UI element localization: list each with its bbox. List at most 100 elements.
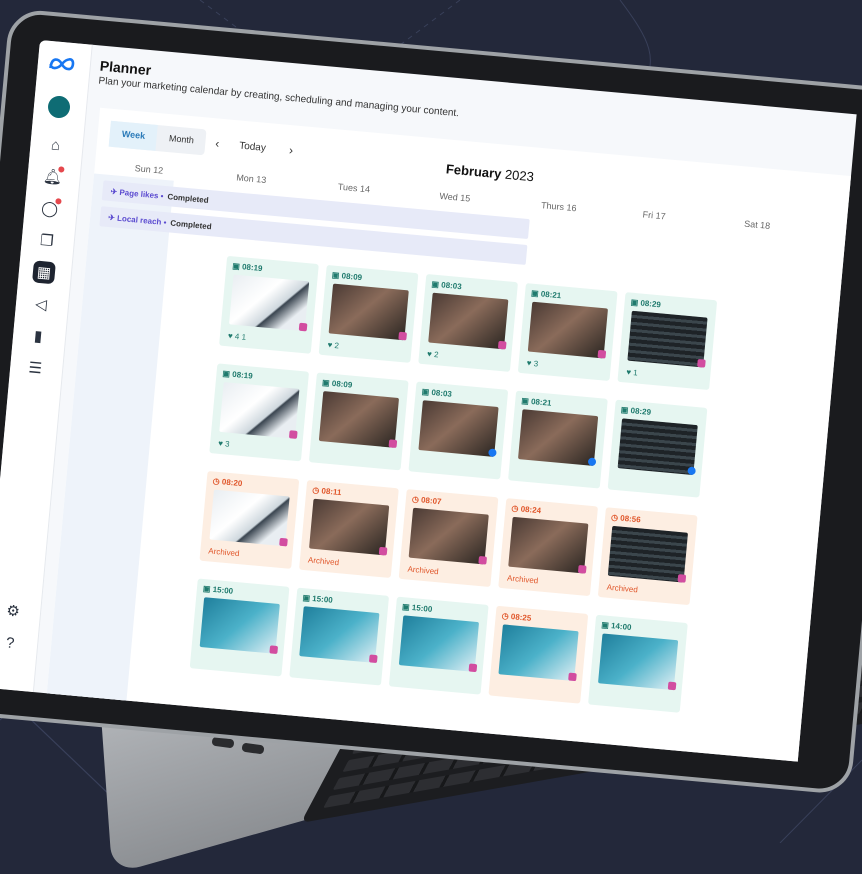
menu-icon[interactable]: ☰ [23,356,47,380]
engagement-count: ♥ 3 [526,358,539,369]
engagement-count: ♥ 4 1 [227,331,247,342]
avatar[interactable] [47,95,71,119]
post-card[interactable]: ▣ 08:09 ♥ 2 [318,264,419,363]
post-card[interactable]: ▣ 08:19 ♥ 4 1 [219,255,319,354]
notification-dot [55,198,62,205]
campaign-label: ✈ Local reach • [107,212,167,227]
day-header: Fri 17 [642,209,667,222]
day-header: Mon 13 [235,172,267,186]
post-time: ▣ 08:19 [231,261,263,274]
archived-post-card[interactable]: ◷ 08:24 Archived [498,498,599,597]
bar-chart-icon[interactable]: ▮ [26,324,50,348]
post-time: ◷ 08:07 [411,494,442,507]
instagram-icon [288,430,298,439]
today-button[interactable]: Today [239,141,267,154]
post-time: ▣ 08:09 [321,377,353,390]
home-icon[interactable]: ⌂ [44,133,68,157]
post-time: ▣ 15:00 [401,602,433,614]
instagram-icon [388,439,398,448]
post-time: ▣ 08:21 [520,396,552,408]
post-time: ▣ 15:00 [202,584,234,596]
archived-post-card[interactable]: ◷ 08:20 Archived [199,470,300,569]
facebook-icon [687,466,696,476]
post-thumbnail [199,597,280,654]
post-card[interactable]: ▣ 08:21 ♥ 3 [517,283,618,382]
post-card[interactable]: ▣ 08:03 [408,381,509,480]
instagram-icon [697,358,706,368]
meta-logo-icon[interactable] [47,55,76,73]
help-icon[interactable]: ? [0,631,22,655]
archived-post-card[interactable]: ◷ 08:07 Archived [398,489,499,588]
campaign-status: Completed [167,191,210,205]
post-card[interactable]: ▣ 08:29 ♥ 1 [617,292,718,391]
archived-label: Archived [407,564,439,577]
gear-icon[interactable]: ⚙ [1,599,25,623]
stack-icon[interactable]: ❐ [35,228,59,252]
day-header: Tues 14 [337,181,371,195]
instagram-icon [568,672,577,682]
instagram-icon [378,546,388,556]
post-thumbnail [597,633,679,691]
archived-post-card[interactable]: ◷ 08:25 [488,605,589,704]
post-thumbnail [617,418,698,475]
next-button[interactable]: › [288,143,293,157]
day-header: Sat 18 [743,218,771,231]
post-card[interactable]: ▣ 14:00 [588,614,688,713]
period-year: 2023 [504,166,535,185]
calendar-grid-icon[interactable]: ▦ [32,260,56,285]
archived-label: Archived [606,582,639,595]
archived-post-card[interactable]: ◷ 08:11 Archived [299,480,399,578]
post-card[interactable]: ▣ 15:00 [289,587,390,686]
instagram-icon [577,564,587,574]
month-tab[interactable]: Month [156,125,207,155]
post-time: ▣ 08:03 [421,387,453,399]
post-card[interactable]: ▣ 08:03 ♥ 2 [418,273,519,372]
post-time: ◷ 08:20 [212,476,243,489]
post-card[interactable]: ▣ 08:09 [308,372,409,471]
megaphone-icon[interactable]: ◁ [29,292,53,316]
post-time: ◷ 08:56 [610,512,642,525]
post-card[interactable]: ▣ 08:29 [607,399,708,498]
post-thumbnail [229,274,310,332]
post-thumbnail [508,516,589,574]
post-thumbnail [428,292,509,350]
post-time: ▣ 08:29 [620,405,652,417]
campaign-status: Completed [170,218,212,231]
post-time: ▣ 08:03 [431,279,463,292]
post-card[interactable]: ▣ 08:19 ♥ 3 [209,363,310,462]
chat-icon[interactable]: ◯ [38,197,62,221]
post-thumbnail [299,606,380,663]
facebook-icon [587,457,597,467]
planner-screen: ⌂ 🔔︎ ◯ ❐ ▦ ◁ ▮ ☰ ⚙ ? Planner Plan your m… [0,40,857,762]
post-thumbnail [527,301,608,359]
post-card[interactable]: ▣ 15:00 [189,578,290,677]
archived-label: Archived [307,555,340,568]
post-time: ◷ 08:25 [501,611,532,623]
post-time: ▣ 08:19 [222,368,254,381]
view-switcher: Week Month [108,120,207,156]
post-time: ◷ 08:24 [511,503,542,516]
post-thumbnail [517,409,599,466]
instagram-icon [478,555,488,565]
post-thumbnail [219,382,300,439]
post-card[interactable]: ▣ 15:00 [388,596,489,695]
instagram-icon [279,537,288,547]
archived-label: Archived [207,546,240,559]
post-card[interactable]: ▣ 08:21 [508,390,608,489]
post-thumbnail [318,391,400,448]
instagram-icon [298,322,308,332]
prev-button[interactable]: ‹ [215,136,220,150]
post-time: ▣ 08:09 [331,270,363,283]
post-time: ▣ 08:21 [530,288,562,301]
archived-post-card[interactable]: ◷ 08:56 Archived [597,507,698,606]
instagram-icon [468,663,478,673]
notification-dot [58,166,65,173]
archived-label: Archived [506,573,539,586]
engagement-count: ♥ 2 [426,349,439,360]
instagram-icon [597,349,607,359]
calendar-panel: Week Month ‹ Today › February 2023 Sun 1… [45,107,857,762]
post-thumbnail [309,498,390,556]
bell-icon[interactable]: 🔔︎ [41,165,65,189]
post-thumbnail [498,624,579,682]
week-tab[interactable]: Week [108,120,159,151]
